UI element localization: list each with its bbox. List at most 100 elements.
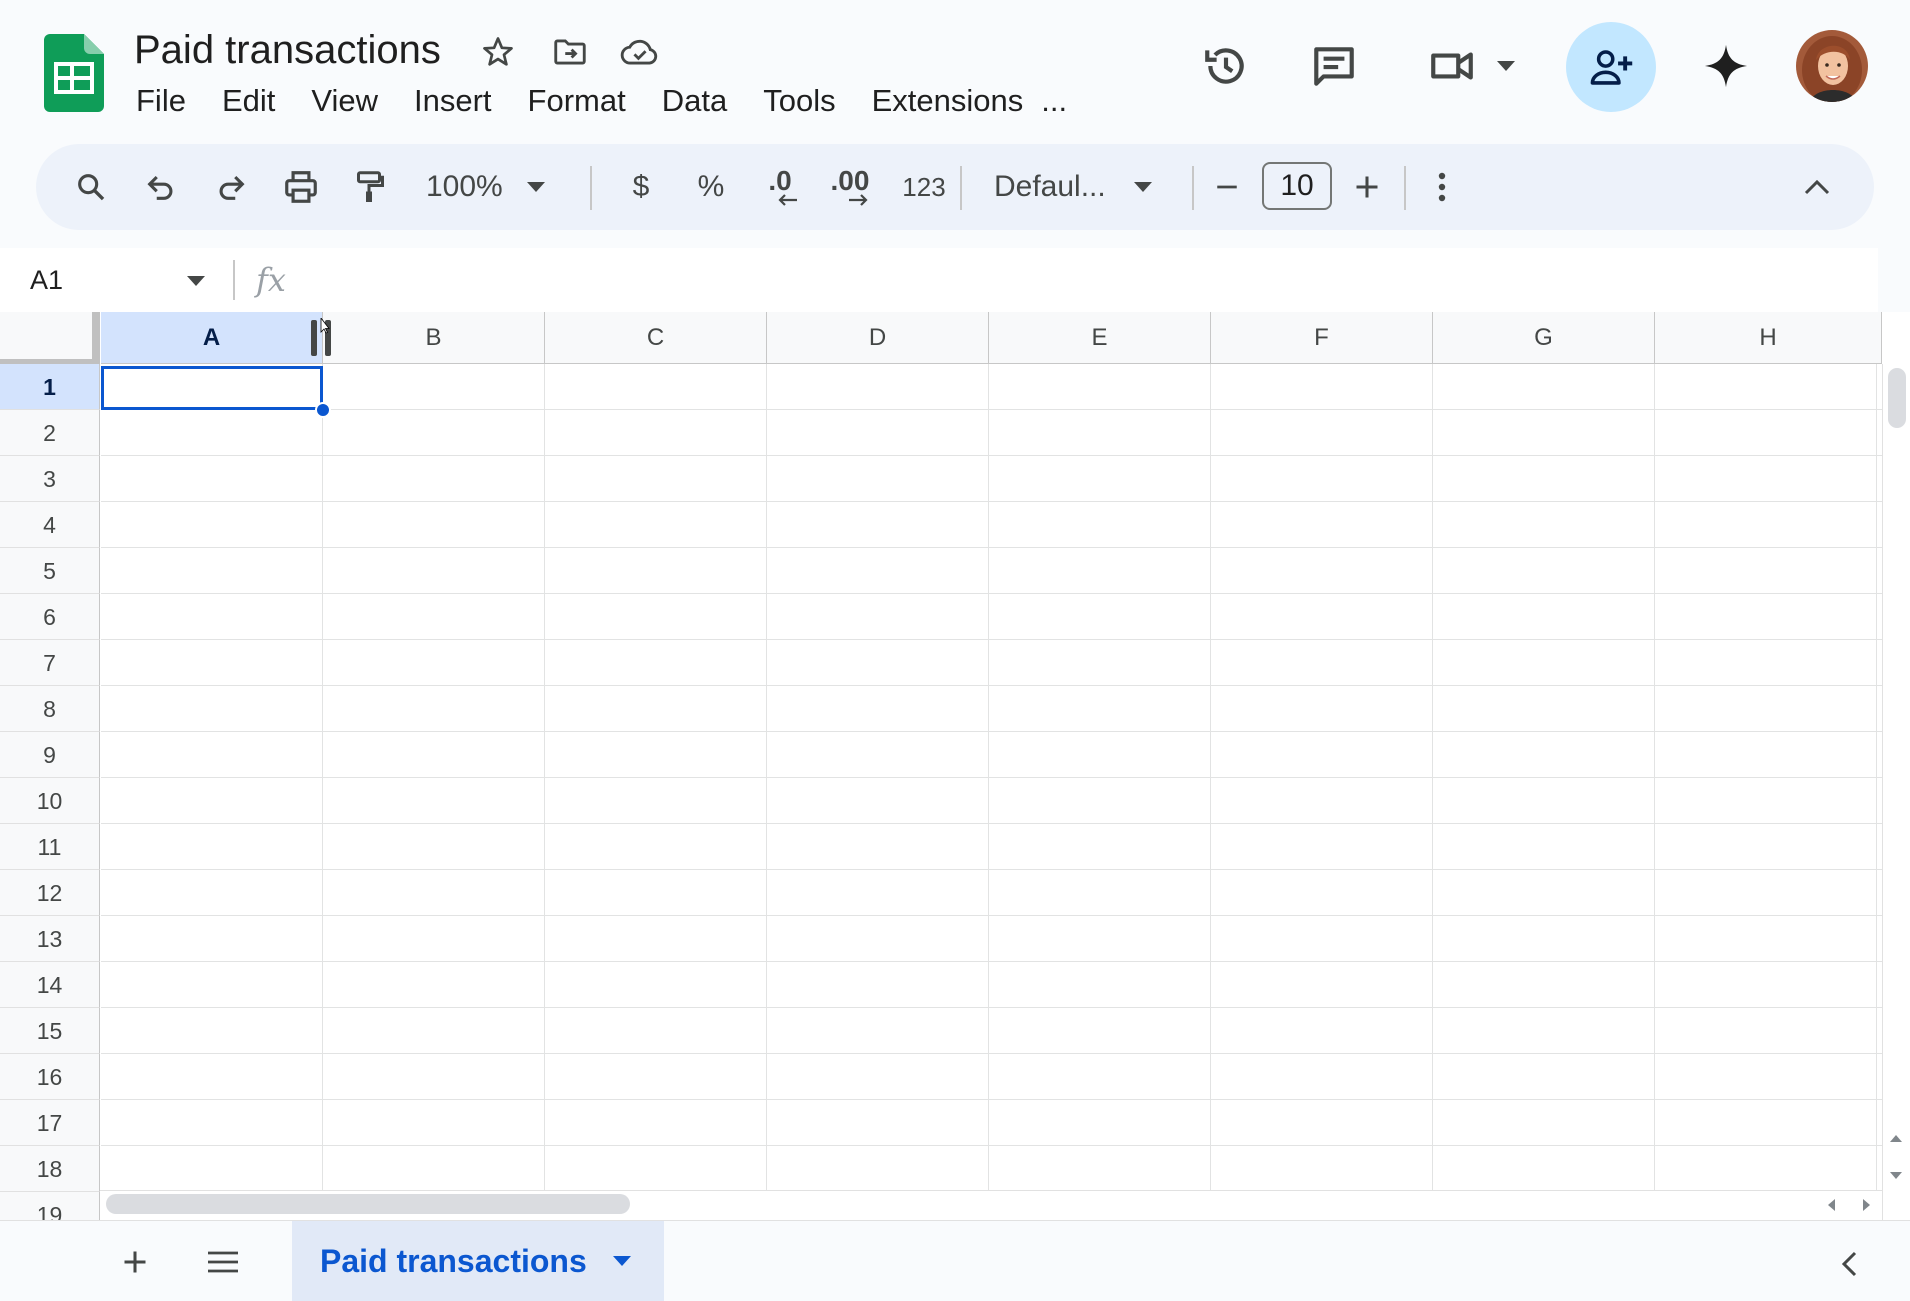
document-title[interactable]: Paid transactions	[134, 24, 441, 76]
share-button[interactable]	[1566, 22, 1656, 112]
explore-chevron-left-icon[interactable]	[1824, 1239, 1874, 1289]
zoom-select[interactable]: 100%	[426, 144, 556, 230]
sheet-tab-paid-transactions[interactable]: Paid transactions	[292, 1221, 664, 1301]
formula-input[interactable]	[300, 248, 1860, 312]
menu-insert[interactable]: Insert	[396, 78, 510, 124]
column-header[interactable]: E	[989, 312, 1211, 364]
row-header[interactable]: 19	[0, 1192, 100, 1220]
arrow-right-icon	[849, 194, 868, 206]
select-all-corner[interactable]	[0, 312, 100, 364]
currency-format-button[interactable]: $	[616, 144, 666, 230]
sheet-tab-caret-icon[interactable]	[612, 1256, 631, 1266]
sheet-tab-label: Paid transactions	[320, 1242, 587, 1279]
row-header[interactable]: 5	[0, 548, 100, 594]
row-header[interactable]: 9	[0, 732, 100, 778]
column-header[interactable]: G	[1433, 312, 1655, 364]
scroll-up-arrow-icon[interactable]	[1882, 1120, 1910, 1156]
decrease-decimal-label: .0	[768, 165, 792, 196]
gemini-sparkle-icon[interactable]	[1696, 36, 1756, 96]
vertical-scrollbar[interactable]	[1882, 364, 1910, 1220]
row-header[interactable]: 7	[0, 640, 100, 686]
column-header[interactable]: D	[767, 312, 989, 364]
add-sheet-icon[interactable]	[110, 1237, 160, 1287]
more-options-icon[interactable]	[1422, 144, 1462, 230]
decrease-font-size-icon[interactable]	[1202, 144, 1252, 230]
decrease-decimal-button[interactable]: .0	[750, 144, 810, 230]
cell-area[interactable]	[101, 364, 1882, 1220]
formula-bar-separator	[233, 260, 235, 300]
name-box-caret-icon[interactable]	[186, 268, 206, 292]
star-icon[interactable]	[476, 30, 520, 74]
fx-icon: fx	[256, 261, 286, 299]
avatar[interactable]	[1796, 30, 1868, 102]
menu-edit[interactable]: Edit	[204, 78, 293, 124]
row-header[interactable]: 3	[0, 456, 100, 502]
menu-view[interactable]: View	[293, 78, 396, 124]
version-history-icon[interactable]	[1196, 36, 1256, 96]
row-header[interactable]: 15	[0, 1008, 100, 1054]
percent-format-button[interactable]: %	[686, 144, 736, 230]
move-folder-icon[interactable]	[548, 30, 592, 74]
toolbar-separator	[1192, 166, 1194, 210]
row-header[interactable]: 13	[0, 916, 100, 962]
row-header[interactable]: 11	[0, 824, 100, 870]
meet-dropdown-caret-icon[interactable]	[1492, 50, 1520, 82]
comments-icon[interactable]	[1304, 36, 1364, 96]
menu-tools[interactable]: Tools	[745, 78, 853, 124]
increase-decimal-button[interactable]: .00	[820, 144, 880, 230]
row-header[interactable]: 16	[0, 1054, 100, 1100]
horizontal-scroll-thumb[interactable]	[106, 1194, 630, 1214]
row-header[interactable]: 2	[0, 410, 100, 456]
row-header[interactable]: 6	[0, 594, 100, 640]
toolbar-separator	[590, 166, 592, 210]
font-family-select[interactable]: Defaul...	[994, 144, 1204, 230]
menu-format[interactable]: Format	[510, 78, 644, 124]
all-sheets-menu-icon[interactable]	[198, 1237, 248, 1287]
column-header[interactable]: C	[545, 312, 767, 364]
increase-font-size-icon[interactable]	[1342, 144, 1392, 230]
vertical-scroll-thumb[interactable]	[1888, 368, 1906, 428]
menu-file[interactable]: File	[118, 78, 204, 124]
meet-video-icon[interactable]	[1420, 36, 1484, 96]
menu-more[interactable]: ...	[1041, 78, 1085, 124]
row-header[interactable]: 18	[0, 1146, 100, 1192]
fill-handle[interactable]	[315, 402, 331, 418]
collapse-toolbar-chevron-icon[interactable]	[1792, 144, 1842, 230]
search-menus-icon[interactable]	[66, 144, 116, 230]
spreadsheet-grid: A B C D E F G H 1 2 3 4 5 6 7 8 9 10 11 …	[0, 312, 1910, 1220]
row-header[interactable]: 17	[0, 1100, 100, 1146]
add-person-icon	[1590, 50, 1633, 85]
zoom-caret-icon	[526, 182, 545, 192]
menu-extensions[interactable]: Extensions	[854, 78, 1042, 124]
scroll-down-arrow-icon[interactable]	[1882, 1158, 1910, 1194]
column-header[interactable]: H	[1655, 312, 1882, 364]
row-header[interactable]: 4	[0, 502, 100, 548]
arrow-left-icon	[778, 194, 797, 206]
font-size-input[interactable]: 10	[1262, 162, 1332, 210]
increase-decimal-label: .00	[830, 165, 870, 196]
name-box[interactable]: A1	[30, 248, 63, 312]
paint-format-icon[interactable]	[344, 144, 394, 230]
print-icon[interactable]	[276, 144, 326, 230]
more-formats-button[interactable]: 123	[892, 144, 956, 230]
row-header[interactable]: 10	[0, 778, 100, 824]
menu-data[interactable]: Data	[644, 78, 745, 124]
font-caret-icon	[1133, 182, 1152, 192]
redo-icon[interactable]	[206, 144, 256, 230]
row-header[interactable]: 14	[0, 962, 100, 1008]
active-cell-a1[interactable]	[101, 366, 323, 410]
cloud-saved-icon[interactable]	[618, 30, 662, 74]
row-header[interactable]: 1	[0, 364, 100, 410]
scroll-right-arrow-icon[interactable]	[1852, 1190, 1882, 1220]
column-header[interactable]: A	[101, 312, 323, 364]
row-header[interactable]: 8	[0, 686, 100, 732]
sheets-logo-icon[interactable]	[44, 34, 104, 112]
number-format-label: 123	[902, 171, 946, 202]
column-header[interactable]: F	[1211, 312, 1433, 364]
row-header[interactable]: 12	[0, 870, 100, 916]
percent-label: %	[697, 170, 725, 203]
column-resize-handle[interactable]	[309, 318, 335, 358]
column-header[interactable]: B	[323, 312, 545, 364]
scroll-left-arrow-icon[interactable]	[1816, 1190, 1846, 1220]
undo-icon[interactable]	[136, 144, 186, 230]
